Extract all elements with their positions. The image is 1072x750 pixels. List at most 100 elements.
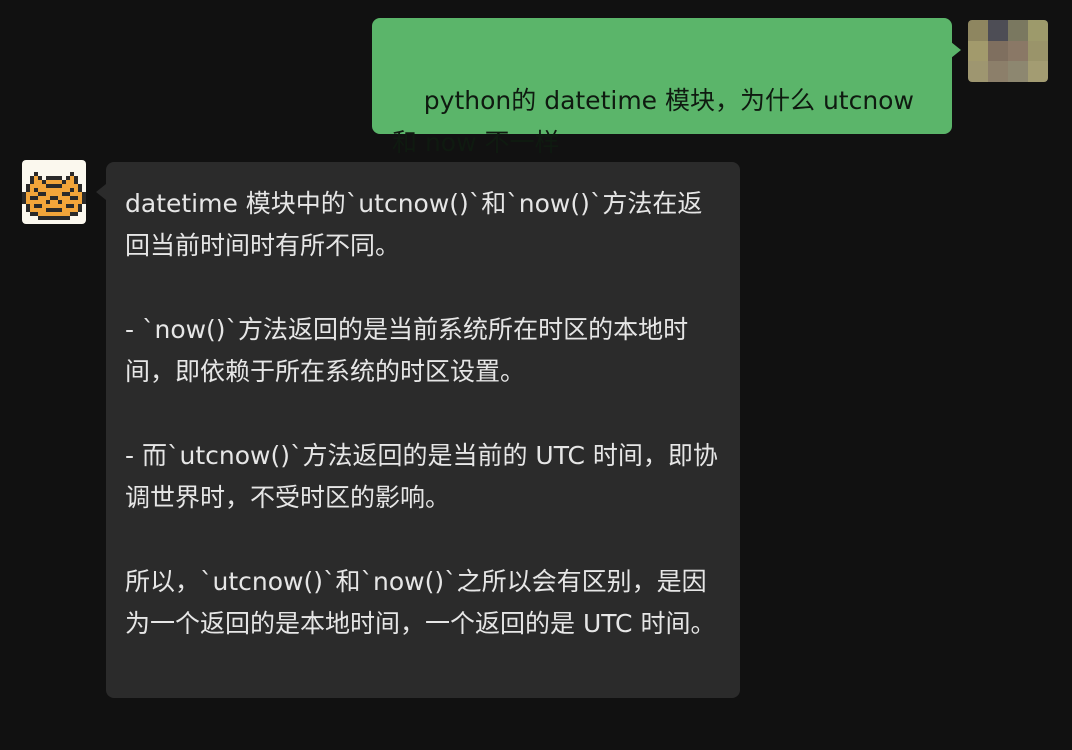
tiger-pixel bbox=[50, 204, 54, 208]
bot-paragraph-1: datetime 模块中的`utcnow()`和`now()`方法在返回当前时间… bbox=[125, 189, 703, 260]
bot-avatar-tiger-icon[interactable] bbox=[22, 160, 86, 224]
tiger-pixel bbox=[50, 212, 54, 216]
tiger-pixel bbox=[26, 184, 30, 188]
tiger-pixel bbox=[42, 192, 46, 196]
tiger-pixel bbox=[46, 208, 50, 212]
avatar-mosaic-cell bbox=[1008, 40, 1028, 62]
tiger-pixel bbox=[66, 208, 70, 212]
avatar-mosaic-cell bbox=[1028, 61, 1048, 82]
tiger-pixel bbox=[22, 192, 26, 196]
tiger-pixel bbox=[74, 180, 78, 184]
tiger-pixel bbox=[38, 216, 42, 220]
tiger-pixel bbox=[46, 204, 50, 208]
avatar-mosaic-cell bbox=[968, 40, 988, 62]
tiger-pixel bbox=[46, 196, 50, 200]
tiger-pixel bbox=[58, 184, 62, 188]
tiger-pixel bbox=[54, 196, 58, 200]
tiger-pixel bbox=[30, 204, 34, 208]
tiger-pixel bbox=[26, 208, 30, 212]
tiger-pixel bbox=[34, 196, 38, 200]
user-avatar[interactable] bbox=[968, 20, 1048, 82]
avatar-mosaic-cell bbox=[988, 20, 1008, 41]
tiger-pixel bbox=[42, 216, 46, 220]
tiger-pixel bbox=[26, 188, 30, 192]
tiger-pixel bbox=[46, 176, 50, 180]
tiger-pixel bbox=[54, 204, 58, 208]
bot-message-bubble[interactable]: datetime 模块中的`utcnow()`和`now()`方法在返回当前时间… bbox=[106, 162, 740, 698]
tiger-pixel bbox=[46, 212, 50, 216]
tiger-pixel bbox=[82, 200, 86, 204]
tiger-pixel bbox=[62, 208, 66, 212]
tiger-pixel bbox=[34, 172, 38, 176]
tiger-pixel bbox=[42, 180, 46, 184]
tiger-pixel bbox=[58, 216, 62, 220]
tiger-pixel bbox=[62, 216, 66, 220]
tiger-pixel bbox=[70, 212, 74, 216]
tiger-pixel bbox=[30, 196, 34, 200]
tiger-pixel bbox=[62, 200, 66, 204]
user-message-text: python的 datetime 模块，为什么 utcnow 和 now 不一样 bbox=[392, 86, 922, 157]
avatar-mosaic-cell bbox=[1008, 61, 1028, 82]
tiger-pixel bbox=[30, 180, 34, 184]
tiger-pixel bbox=[46, 184, 50, 188]
tiger-pixel bbox=[66, 196, 70, 200]
tiger-pixel bbox=[78, 196, 82, 200]
tiger-pixel bbox=[38, 176, 42, 180]
tiger-pixel bbox=[26, 200, 30, 204]
tiger-pixel bbox=[66, 200, 70, 204]
tiger-pixel bbox=[50, 216, 54, 220]
tiger-pixel bbox=[22, 196, 26, 200]
tiger-pixel bbox=[26, 196, 30, 200]
tiger-pixel bbox=[42, 208, 46, 212]
tiger-pixel bbox=[70, 200, 74, 204]
tiger-pixel bbox=[70, 204, 74, 208]
tiger-pixel bbox=[58, 176, 62, 180]
tiger-pixel bbox=[50, 208, 54, 212]
tiger-pixel bbox=[82, 192, 86, 196]
tiger-pixel bbox=[34, 188, 38, 192]
tiger-pixel bbox=[70, 208, 74, 212]
tiger-pixel bbox=[30, 212, 34, 216]
tiger-pixel bbox=[30, 188, 34, 192]
tiger-pixel bbox=[50, 180, 54, 184]
tiger-pixel bbox=[58, 208, 62, 212]
tiger-pixel bbox=[70, 172, 74, 176]
tiger-pixel bbox=[50, 192, 54, 196]
tiger-pixel bbox=[74, 196, 78, 200]
tiger-pixel bbox=[74, 184, 78, 188]
tiger-pixel bbox=[46, 192, 50, 196]
bot-paragraph-4: 所以，`utcnow()`和`now()`之所以会有区别，是因为一个返回的是本地… bbox=[125, 567, 716, 638]
tiger-pixel bbox=[46, 180, 50, 184]
tiger-pixel bbox=[34, 204, 38, 208]
tiger-pixel bbox=[22, 200, 26, 204]
tiger-pixel bbox=[78, 188, 82, 192]
tiger-pixel bbox=[74, 212, 78, 216]
tiger-pixel bbox=[54, 212, 58, 216]
tiger-pixel bbox=[46, 200, 50, 204]
tiger-pixel bbox=[62, 188, 66, 192]
tiger-pixel bbox=[54, 180, 58, 184]
tiger-pixel bbox=[58, 180, 62, 184]
tiger-pixel bbox=[34, 208, 38, 212]
tiger-pixel bbox=[78, 208, 82, 212]
tiger-pixel bbox=[70, 188, 74, 192]
tiger-pixel bbox=[74, 204, 78, 208]
tiger-pixel bbox=[50, 176, 54, 180]
tiger-pixel bbox=[70, 192, 74, 196]
tiger-pixel bbox=[58, 204, 62, 208]
tiger-pixel bbox=[66, 188, 70, 192]
tiger-pixel bbox=[70, 176, 74, 180]
tiger-pixel bbox=[30, 192, 34, 196]
tiger-pixel bbox=[78, 200, 82, 204]
tiger-pixel bbox=[50, 188, 54, 192]
tiger-pixel bbox=[78, 204, 82, 208]
tiger-pixel bbox=[70, 184, 74, 188]
tiger-pixel bbox=[62, 192, 66, 196]
tiger-pixel bbox=[58, 200, 62, 204]
tiger-pixel bbox=[54, 216, 58, 220]
user-message-bubble[interactable]: python的 datetime 模块，为什么 utcnow 和 now 不一样 bbox=[372, 18, 952, 157]
tiger-pixel bbox=[42, 204, 46, 208]
tiger-pixel bbox=[46, 216, 50, 220]
tiger-pixel bbox=[38, 200, 42, 204]
